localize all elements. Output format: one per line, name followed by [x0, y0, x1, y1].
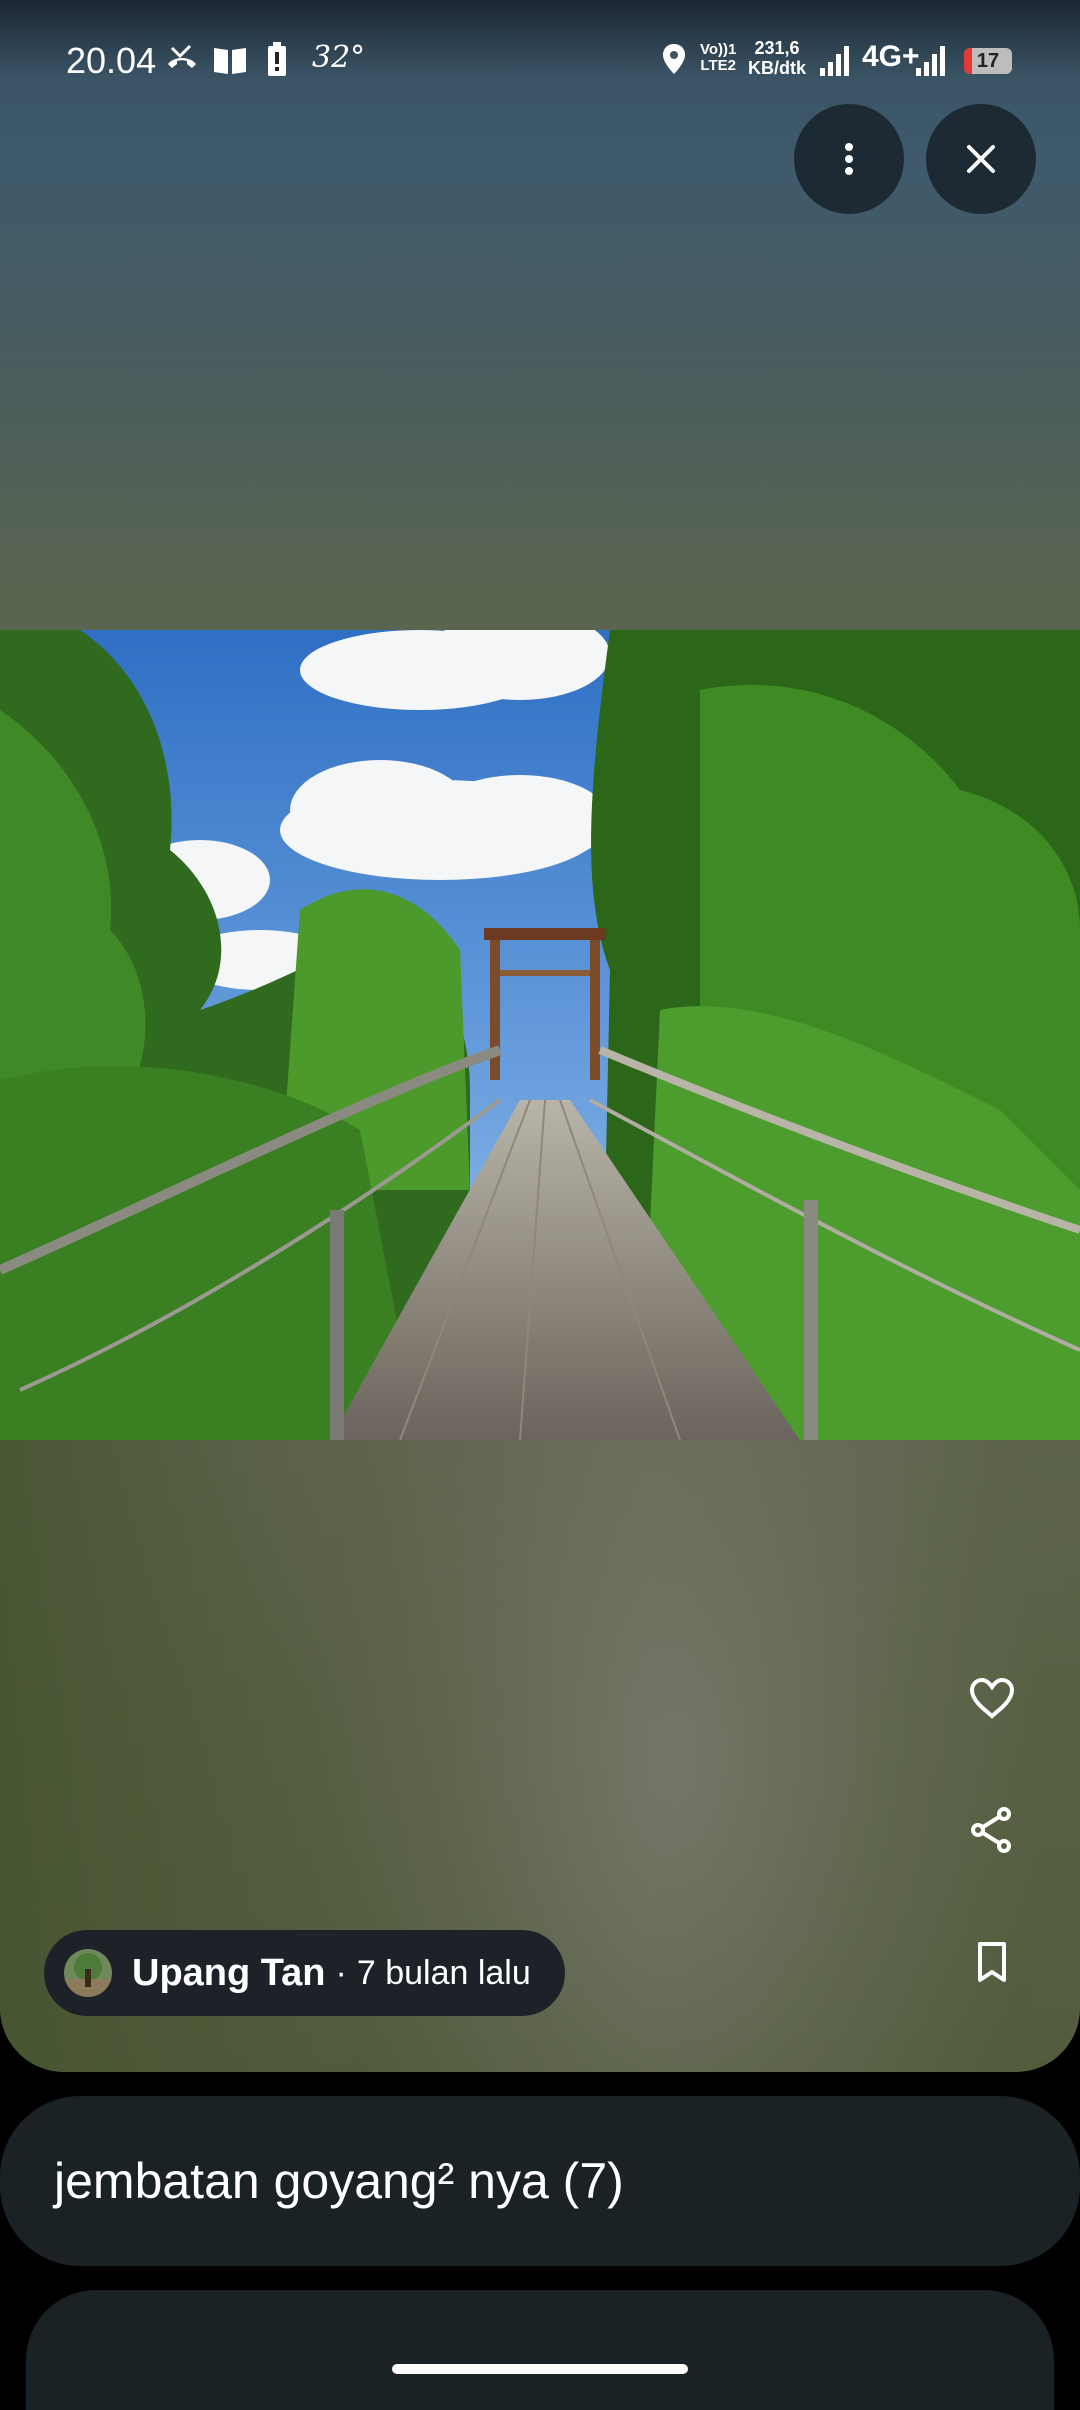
missed-call-icon — [168, 44, 196, 68]
battery-saver-icon — [268, 42, 286, 76]
home-indicator[interactable] — [392, 2364, 688, 2374]
signal-icon-2 — [916, 46, 945, 76]
battery-indicator: 17 — [964, 48, 1012, 74]
share-icon — [971, 1807, 1011, 1853]
location-icon — [663, 44, 685, 74]
close-icon — [967, 145, 995, 173]
more-vert-icon — [845, 143, 853, 175]
caption-card[interactable]: jembatan goyang² nya (7) — [0, 2096, 1080, 2266]
share-button[interactable] — [956, 1794, 1028, 1866]
author-name: Upang Tan — [132, 1951, 326, 1994]
photo-image[interactable] — [0, 630, 1080, 1440]
like-button[interactable] — [956, 1662, 1028, 1734]
status-temperature: 32° — [312, 40, 366, 75]
signal-icon — [820, 46, 849, 76]
network-speed: 231,6 KB/dtk — [748, 38, 806, 78]
post-time: 7 bulan lalu — [356, 1953, 531, 1992]
status-time: 20.04 — [66, 40, 157, 81]
volte-indicator: Vo))1 LTE2 — [700, 41, 737, 74]
heart-icon — [969, 1677, 1015, 1719]
network-type: 4G+ — [862, 40, 920, 73]
avatar-image — [64, 1949, 112, 1997]
save-button[interactable] — [956, 1926, 1028, 1998]
author-chip[interactable]: Upang Tan · 7 bulan lalu — [44, 1930, 565, 2016]
status-bar: 20.04 32° Vo))1 LTE2 231,6 KB/dtk 4G+ 17 — [0, 0, 1080, 124]
author-separator: · — [335, 1953, 347, 1992]
photo-viewer: 20.04 32° Vo))1 LTE2 231,6 KB/dtk 4G+ 17… — [0, 0, 1080, 2072]
book-icon — [214, 48, 246, 74]
bookmark-icon — [978, 1942, 1006, 1982]
next-card[interactable] — [26, 2290, 1054, 2410]
more-options-button[interactable] — [794, 104, 904, 214]
avatar — [64, 1949, 112, 1997]
close-button[interactable] — [926, 104, 1036, 214]
caption-text: jembatan goyang² nya (7) — [54, 2153, 624, 2209]
